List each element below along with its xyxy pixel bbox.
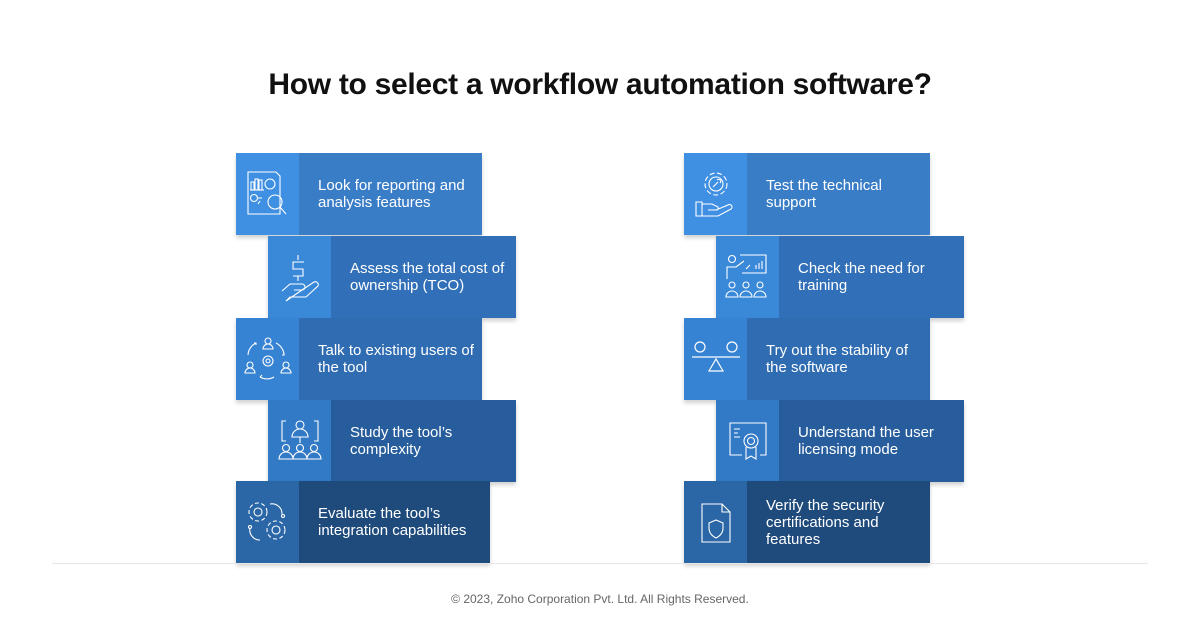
step-label: Verify the security certifications and f… bbox=[747, 481, 930, 563]
step-card-complexity: Study the tool’s complexity bbox=[268, 400, 516, 482]
license-certificate-icon bbox=[716, 400, 779, 482]
step-label: Check the need for training bbox=[779, 236, 964, 318]
step-label: Assess the total cost of ownership (TCO) bbox=[331, 236, 516, 318]
balance-scale-icon bbox=[684, 318, 747, 400]
security-document-icon bbox=[684, 481, 747, 563]
report-analysis-icon bbox=[236, 153, 299, 235]
step-label: Look for reporting and analysis features bbox=[299, 153, 482, 235]
team-hierarchy-icon bbox=[268, 400, 331, 482]
users-cycle-icon bbox=[236, 318, 299, 400]
copyright-footer: © 2023, Zoho Corporation Pvt. Ltd. All R… bbox=[451, 592, 749, 606]
step-card-stability: Try out the stability of the software bbox=[684, 318, 930, 400]
step-card-integration: Evaluate the tool’s integration capabili… bbox=[236, 481, 490, 563]
dollar-hand-icon bbox=[268, 236, 331, 318]
step-label: Understand the user licensing mode bbox=[779, 400, 964, 482]
step-card-security: Verify the security certifications and f… bbox=[684, 481, 930, 563]
step-card-reporting: Look for reporting and analysis features bbox=[236, 153, 482, 235]
step-label: Test the technical support bbox=[747, 153, 930, 235]
training-presentation-icon bbox=[716, 236, 779, 318]
gears-integration-icon bbox=[236, 481, 299, 563]
step-card-tech-support: Test the technical support bbox=[684, 153, 930, 235]
step-label: Try out the stability of the software bbox=[747, 318, 930, 400]
step-label: Study the tool’s complexity bbox=[331, 400, 516, 482]
page-title: How to select a workflow automation soft… bbox=[268, 68, 932, 101]
step-card-licensing: Understand the user licensing mode bbox=[716, 400, 964, 482]
step-card-training: Check the need for training bbox=[716, 236, 964, 318]
step-card-talk-users: Talk to existing users of the tool bbox=[236, 318, 482, 400]
footer-divider bbox=[52, 563, 1148, 564]
step-label: Talk to existing users of the tool bbox=[299, 318, 482, 400]
support-hand-icon bbox=[684, 153, 747, 235]
step-label: Evaluate the tool’s integration capabili… bbox=[299, 481, 490, 563]
step-card-tco: Assess the total cost of ownership (TCO) bbox=[268, 236, 516, 318]
